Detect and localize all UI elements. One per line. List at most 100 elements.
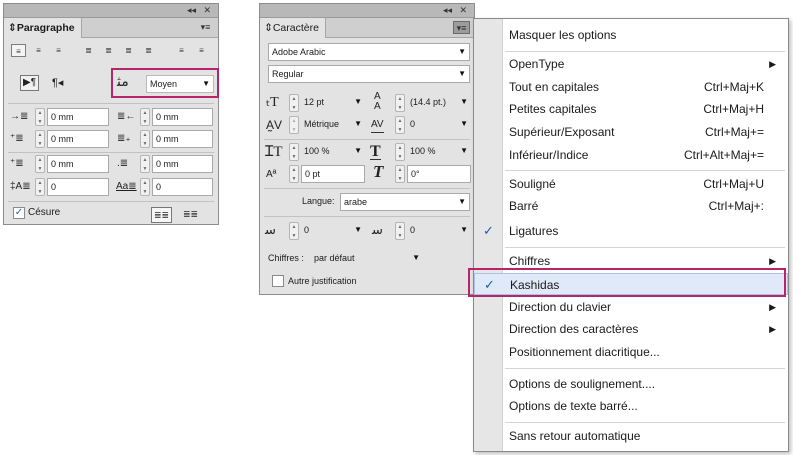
diacritic-x-stepper[interactable]: ▲ ▼ <box>289 222 299 240</box>
last-line-indent-field[interactable]: 0 mm <box>152 130 213 148</box>
language-value: arabe <box>344 197 368 207</box>
right-indent-icon: ≣← <box>117 111 136 122</box>
panel-tabrow: ⇕Paragraphe ▾≡ <box>4 18 218 38</box>
tracking-stepper[interactable]: ▲ ▼ <box>395 116 405 134</box>
font-size-dropdown[interactable]: 12 pt ▼ <box>301 94 365 112</box>
chevron-down-icon: ▼ <box>458 47 466 56</box>
justify-center-button[interactable]: ≣ <box>101 44 116 57</box>
font-size-stepper[interactable]: ▲ ▼ <box>289 94 299 112</box>
grid-align-off-icon[interactable]: ≣≣ <box>181 207 200 221</box>
last-line-indent-stepper[interactable]: ▲ ▼ <box>140 130 150 148</box>
menu-item-superieur-exposant[interactable]: Supérieur/Exposant Ctrl+Maj+= <box>474 121 788 143</box>
drop-cap-chars-stepper[interactable]: ▲ ▼ <box>140 178 150 196</box>
tab-paragraphe[interactable]: ⇕Paragraphe <box>4 18 82 38</box>
menu-item-opentype[interactable]: OpenType ▶ <box>474 53 788 75</box>
align-away-spine-button[interactable]: ≡ <box>194 44 209 57</box>
vertical-scale-stepper[interactable]: ▲ ▼ <box>289 143 299 161</box>
chevron-down-icon: ▼ <box>354 119 362 128</box>
justify-all-button[interactable]: ≣ <box>141 44 156 57</box>
space-before-stepper[interactable]: ▲ ▼ <box>35 155 45 173</box>
panel-menu-button[interactable]: ▾≡ <box>453 21 470 34</box>
menu-item-shortcut: Ctrl+Maj+U <box>703 177 764 191</box>
menu-item-options-texte-barre[interactable]: Options de texte barré... <box>474 395 788 417</box>
digits-label: Chiffres : <box>268 253 304 263</box>
menu-item-ligatures[interactable]: ✓ Ligatures <box>474 220 788 242</box>
submenu-arrow-icon: ▶ <box>769 59 776 69</box>
font-family-dropdown[interactable]: Adobe Arabic ▼ <box>268 43 470 61</box>
menu-item-tout-en-capitales[interactable]: Tout en capitales Ctrl+Maj+K <box>474 76 788 98</box>
leading-icon: AA <box>374 91 381 112</box>
left-indent-stepper[interactable]: ▲ ▼ <box>35 108 45 126</box>
first-line-indent-stepper[interactable]: ▲ ▼ <box>35 130 45 148</box>
align-left-button[interactable]: ≡ <box>11 44 26 57</box>
diacritic-x-icon: ﺳ <box>265 222 276 237</box>
kerning-dropdown[interactable]: Métrique ▼ <box>301 116 365 134</box>
menu-separator <box>505 247 785 248</box>
last-line-indent-value: 0 mm <box>156 134 179 144</box>
first-line-indent-field[interactable]: 0 mm <box>47 130 109 148</box>
align-right-button[interactable]: ≡ <box>51 44 66 57</box>
kerning-stepper[interactable]: ▲ ▼ <box>289 116 299 134</box>
skew-stepper[interactable]: ▲ ▼ <box>395 165 405 183</box>
tracking-dropdown[interactable]: 0 ▼ <box>407 116 471 134</box>
space-after-field[interactable]: 0 mm <box>152 155 213 173</box>
menu-item-souligne[interactable]: Souligné Ctrl+Maj+U <box>474 173 788 195</box>
justify-right-button[interactable]: ≣ <box>121 44 136 57</box>
drop-cap-lines-value: 0 <box>51 182 57 192</box>
align-spine-button[interactable]: ≡ <box>174 44 189 57</box>
justify-left-button[interactable]: ≣ <box>81 44 96 57</box>
menu-item-label: Sans retour automatique <box>509 429 641 443</box>
collapse-icon[interactable]: ◂◂ <box>187 5 196 16</box>
menu-item-positionnement-diacritique[interactable]: Positionnement diacritique... <box>474 341 788 363</box>
vertical-scale-dropdown[interactable]: 100 % ▼ <box>301 143 365 161</box>
leading-stepper[interactable]: ▲ ▼ <box>395 94 405 112</box>
space-before-field[interactable]: 0 mm <box>47 155 109 173</box>
close-icon[interactable]: ✕ <box>459 5 467 16</box>
rtl-direction-icon[interactable]: ▶¶ <box>20 75 40 91</box>
menu-item-sans-retour[interactable]: Sans retour automatique <box>474 425 788 447</box>
menu-item-label: Ligatures <box>509 224 559 238</box>
baseline-shift-stepper[interactable]: ▲ ▼ <box>289 165 299 183</box>
panel-menu-button[interactable]: ▾≡ <box>197 21 214 34</box>
menu-item-direction-clavier[interactable]: Direction du clavier ▶ <box>474 296 788 318</box>
divider <box>8 103 214 104</box>
align-center-button[interactable]: ≡ <box>31 44 46 57</box>
chevron-down-icon: ▼ <box>412 253 420 262</box>
diacritic-y-stepper[interactable]: ▲ ▼ <box>395 222 405 240</box>
skew-field[interactable]: 0° <box>407 165 471 183</box>
close-icon[interactable]: ✕ <box>203 5 211 16</box>
kashida-dropdown[interactable]: Moyen ▼ <box>146 75 214 93</box>
diacritic-y-value: 0 <box>410 225 416 235</box>
menu-item-options-soulignement[interactable]: Options de soulignement.... <box>474 373 788 395</box>
right-indent-field[interactable]: 0 mm <box>152 108 213 126</box>
collapse-icon[interactable]: ◂◂ <box>443 5 452 16</box>
diacritic-y-icon: ﺳ <box>372 222 383 237</box>
baseline-shift-field[interactable]: 0 pt <box>301 165 365 183</box>
font-style-dropdown[interactable]: Regular ▼ <box>268 65 470 83</box>
diacritic-x-dropdown[interactable]: 0 ▼ <box>301 222 365 240</box>
menu-item-barre[interactable]: Barré Ctrl+Maj+: <box>474 195 788 217</box>
menu-item-inferieur-indice[interactable]: Inférieur/Indice Ctrl+Alt+Maj+= <box>474 144 788 166</box>
panel-tabrow: ⇕Caractère ▾≡ <box>260 18 474 38</box>
horizontal-scale-stepper[interactable]: ▲ ▼ <box>395 143 405 161</box>
horizontal-scale-dropdown[interactable]: 100 % ▼ <box>407 143 471 161</box>
drop-cap-lines-stepper[interactable]: ▲ ▼ <box>35 178 45 196</box>
drop-cap-lines-field[interactable]: 0 <box>47 178 109 196</box>
diacritic-y-dropdown[interactable]: 0 ▼ <box>407 222 471 240</box>
submenu-arrow-icon: ▶ <box>769 302 776 312</box>
digits-dropdown[interactable]: par défaut ▼ <box>311 250 423 268</box>
left-indent-field[interactable]: 0 mm <box>47 108 109 126</box>
drop-cap-chars-field[interactable]: 0 <box>152 178 213 196</box>
hyphenation-checkbox[interactable]: ✓ <box>13 207 25 219</box>
grid-align-on-icon[interactable]: ≣≣ <box>151 207 173 223</box>
menu-item-petites-capitales[interactable]: Petites capitales Ctrl+Maj+H <box>474 98 788 120</box>
menu-item-direction-caracteres[interactable]: Direction des caractères ▶ <box>474 318 788 340</box>
leading-dropdown[interactable]: (14.4 pt.) ▼ <box>407 94 471 112</box>
ltr-direction-icon[interactable]: ¶◂ <box>52 76 63 90</box>
right-indent-stepper[interactable]: ▲ ▼ <box>140 108 150 126</box>
space-after-stepper[interactable]: ▲ ▼ <box>140 155 150 173</box>
menu-item-masquer-options[interactable]: Masquer les options <box>474 24 788 46</box>
tab-caractere[interactable]: ⇕Caractère <box>260 18 326 38</box>
other-justification-checkbox[interactable] <box>272 275 284 287</box>
language-dropdown[interactable]: arabe ▼ <box>340 193 470 211</box>
